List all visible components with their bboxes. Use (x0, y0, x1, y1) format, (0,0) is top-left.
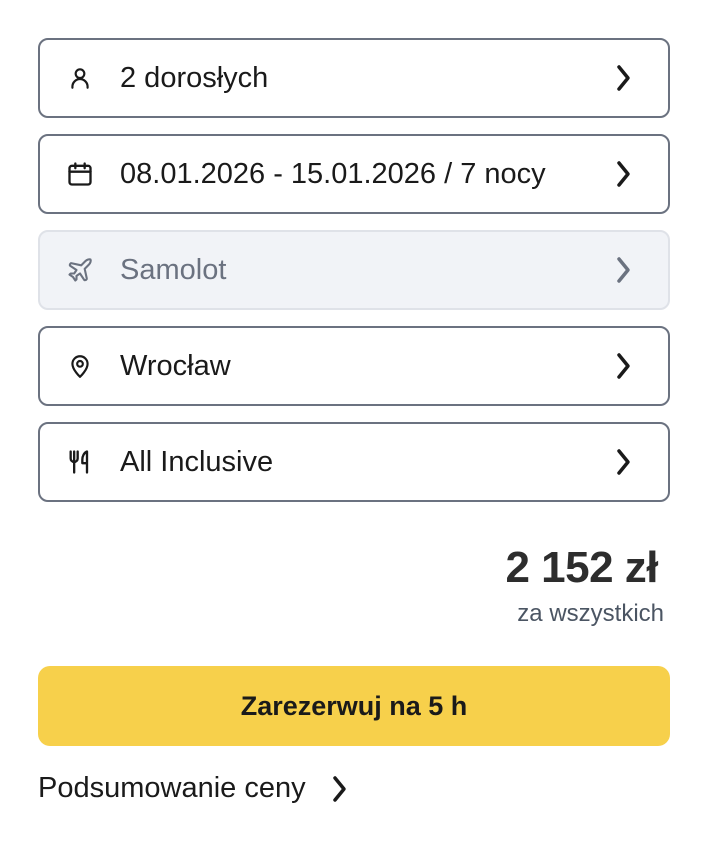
price-block: 2 152 zł za wszystkich (505, 540, 664, 628)
book-button[interactable]: Zarezerwuj na 5 h (38, 666, 670, 746)
departure-city-selector[interactable]: Wrocław (38, 326, 670, 406)
board-type-selector[interactable]: All Inclusive (38, 422, 670, 502)
price-summary-link[interactable]: Podsumowanie ceny (38, 772, 350, 805)
chevron-right-icon (612, 159, 634, 189)
travelers-selector[interactable]: 2 dorosłych (38, 38, 670, 118)
transport-selector: Samolot (38, 230, 670, 310)
total-price: 2 152 zł (505, 543, 658, 592)
departure-city-label: Wrocław (120, 349, 231, 382)
trip-options-list: 2 dorosłych 08.01.2026 - 15.01.2026 / 7 … (38, 38, 670, 518)
transport-label: Samolot (120, 253, 227, 286)
dates-label: 08.01.2026 - 15.01.2026 / 7 nocy (120, 157, 546, 190)
person-icon (66, 64, 94, 92)
chevron-right-icon (328, 774, 350, 804)
calendar-icon (66, 160, 94, 188)
location-pin-icon (66, 352, 94, 380)
chevron-right-icon (612, 63, 634, 93)
chevron-right-icon (612, 255, 634, 285)
dates-selector[interactable]: 08.01.2026 - 15.01.2026 / 7 nocy (38, 134, 670, 214)
chevron-right-icon (612, 351, 634, 381)
airplane-icon (66, 256, 94, 284)
fork-knife-icon (66, 448, 94, 476)
price-caption: za wszystkich (517, 600, 664, 627)
price-summary-label: Podsumowanie ceny (38, 772, 306, 804)
travelers-label: 2 dorosłych (120, 61, 269, 94)
board-type-label: All Inclusive (120, 445, 274, 478)
chevron-right-icon (612, 447, 634, 477)
